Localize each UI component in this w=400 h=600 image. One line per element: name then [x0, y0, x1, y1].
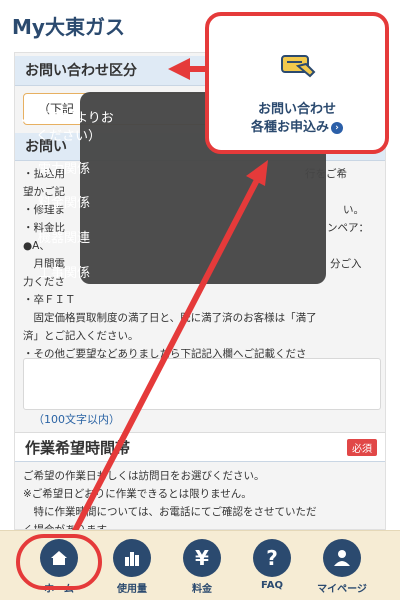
nav-usage[interactable]: 使用量	[100, 535, 164, 597]
home-highlight-ring	[16, 534, 102, 590]
inquiry-callout[interactable]: お問い合わせ 各種お申込み ›	[205, 12, 389, 154]
nav-label: マイページ	[317, 584, 367, 595]
nav-label: 使用量	[117, 584, 147, 595]
person-icon	[323, 539, 361, 577]
nav-billing[interactable]: ¥ 料金	[170, 535, 234, 597]
arrow-head-icon	[168, 58, 190, 80]
yen-icon: ¥	[183, 539, 221, 577]
nav-label: FAQ	[261, 580, 283, 591]
hand-pointing-icon	[281, 55, 316, 78]
callout-line2: 各種お申込み ›	[209, 116, 385, 135]
nav-faq[interactable]: ? FAQ	[240, 535, 304, 597]
callout-line2-text: 各種お申込み	[250, 120, 329, 135]
arrow-to-callout	[63, 176, 261, 550]
nav-mypage[interactable]: マイページ	[310, 535, 374, 597]
question-icon: ?	[253, 539, 291, 577]
nav-label: 料金	[192, 584, 212, 595]
chevron-right-icon: ›	[331, 121, 343, 134]
callout-line1: お問い合わせ	[257, 102, 336, 117]
bar-chart-icon	[113, 539, 151, 577]
